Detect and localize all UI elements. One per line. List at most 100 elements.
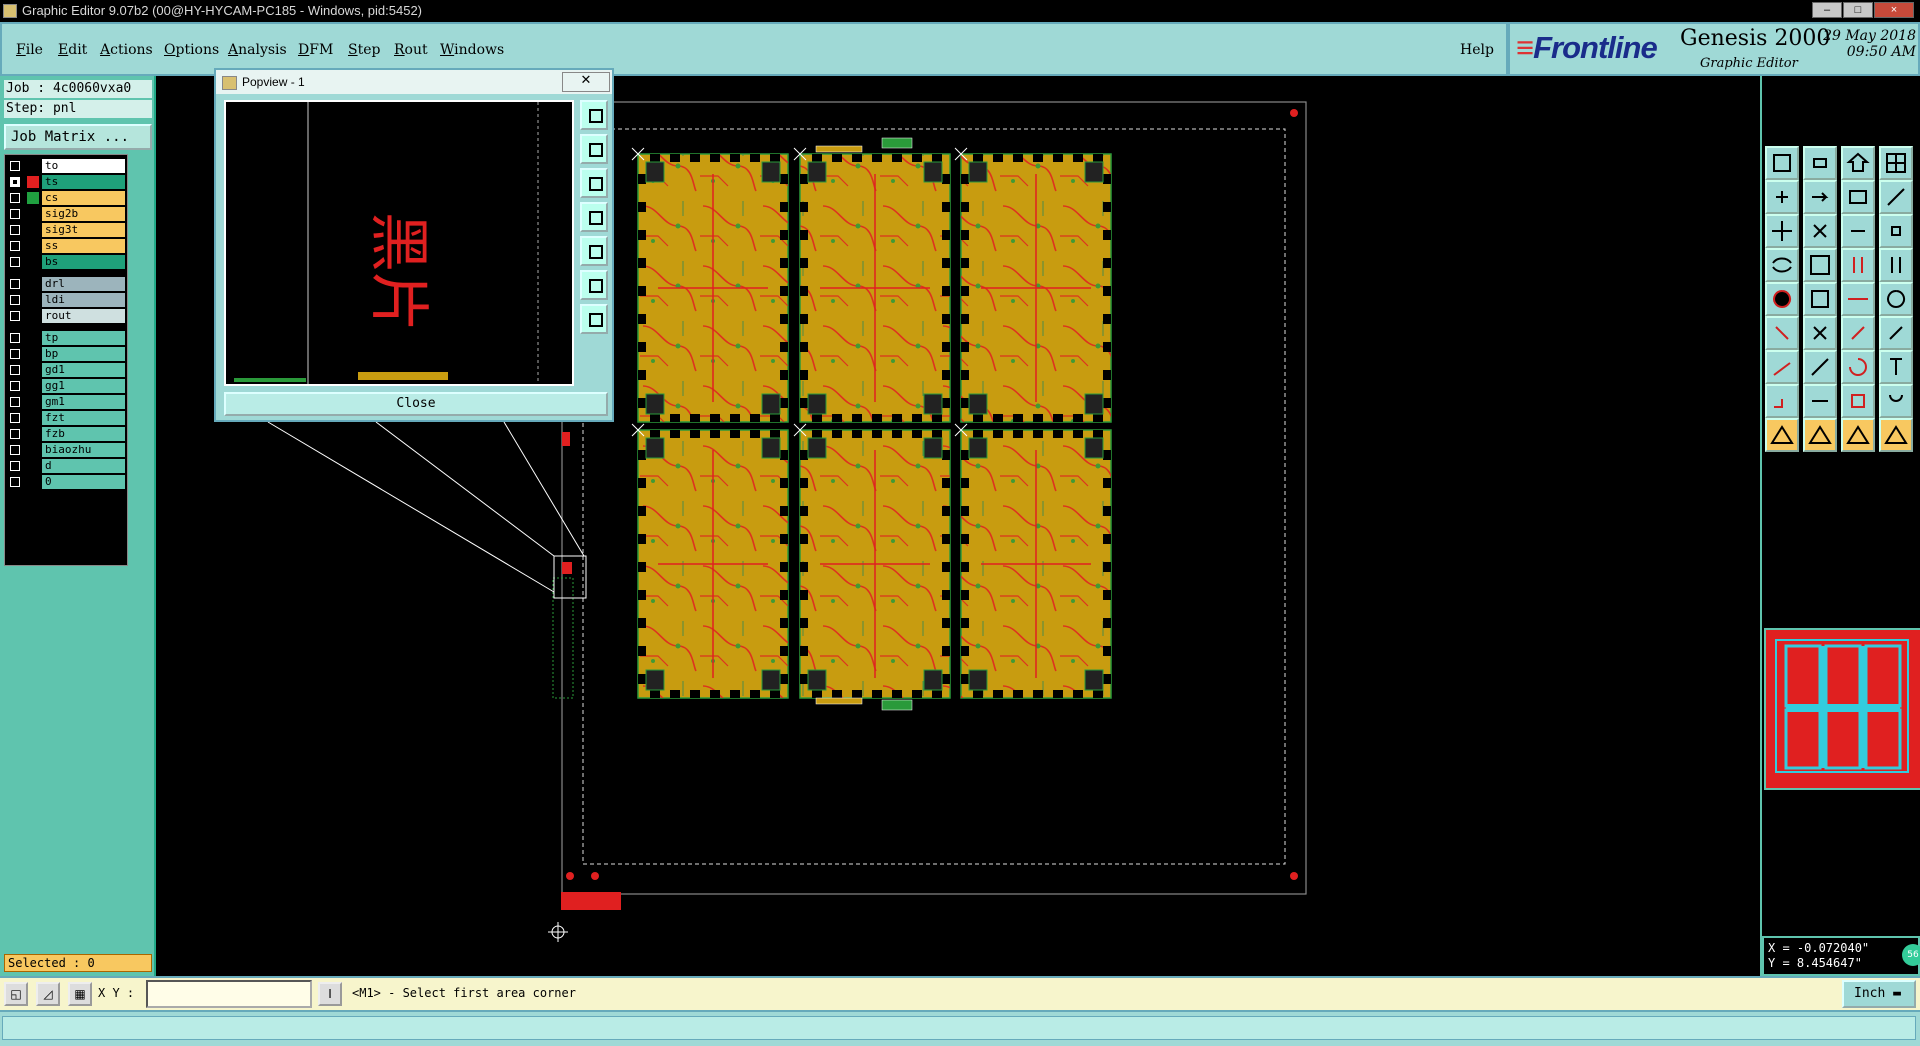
menu-options[interactable]: Options	[164, 42, 219, 58]
pcb-board-3[interactable]	[960, 153, 1112, 423]
layer-row-ldi[interactable]: ldi	[5, 293, 127, 307]
tool-button-35[interactable]	[1841, 418, 1875, 452]
layer-name[interactable]: tp	[42, 331, 125, 345]
layer-name[interactable]: sig2b	[42, 207, 125, 221]
close-window-button[interactable]: ×	[1874, 2, 1914, 18]
layer-color-swatch[interactable]	[27, 310, 39, 322]
layer-color-swatch[interactable]	[27, 278, 39, 290]
layer-checkbox[interactable]	[10, 477, 20, 487]
tool-button-33[interactable]	[1765, 418, 1799, 452]
layer-row-drl[interactable]: drl	[5, 277, 127, 291]
layer-name[interactable]: gm1	[42, 395, 125, 409]
layer-color-swatch[interactable]	[27, 332, 39, 344]
menu-step[interactable]: Step	[348, 42, 380, 58]
menu-rout[interactable]: Rout	[394, 42, 428, 58]
layer-color-swatch[interactable]	[27, 208, 39, 220]
layer-color-swatch[interactable]	[27, 396, 39, 408]
layer-checkbox[interactable]	[10, 397, 20, 407]
layer-color-swatch[interactable]	[27, 428, 39, 440]
layer-checkbox[interactable]	[10, 225, 20, 235]
layer-row-sig3t[interactable]: sig3t	[5, 223, 127, 237]
popview-close-button[interactable]: Close	[224, 392, 608, 416]
layer-name[interactable]: ts	[42, 175, 125, 189]
menu-file[interactable]: File	[16, 42, 43, 58]
pcb-board-1[interactable]	[637, 153, 789, 423]
layer-name[interactable]: gd1	[42, 363, 125, 377]
tool-button-16[interactable]	[1879, 248, 1913, 282]
layer-row-0[interactable]: 0	[5, 475, 127, 489]
tool-button-12[interactable]	[1879, 214, 1913, 248]
layer-row-rout[interactable]: rout	[5, 309, 127, 323]
layer-color-swatch[interactable]	[27, 364, 39, 376]
tool-button-10[interactable]	[1803, 214, 1837, 248]
tool-button-15[interactable]	[1841, 248, 1875, 282]
menu-analysis[interactable]: Analysis	[228, 42, 287, 58]
layer-name[interactable]: ss	[42, 239, 125, 253]
tool-button-36[interactable]	[1879, 418, 1913, 452]
panel-overview-map[interactable]	[1764, 628, 1920, 790]
pcb-board-2[interactable]	[799, 153, 951, 423]
layer-name[interactable]: fzb	[42, 427, 125, 441]
maximize-button[interactable]: □	[1843, 2, 1873, 18]
tool-button-7[interactable]	[1841, 180, 1875, 214]
tool-button-2[interactable]	[1803, 146, 1837, 180]
layer-name[interactable]: to	[42, 159, 125, 173]
layer-color-swatch[interactable]	[27, 240, 39, 252]
layer-row-tp[interactable]: tp	[5, 331, 127, 345]
layer-name[interactable]: 0	[42, 475, 125, 489]
layer-checkbox[interactable]	[10, 349, 20, 359]
tool-button-6[interactable]	[1803, 180, 1837, 214]
layer-row-fzb[interactable]: fzb	[5, 427, 127, 441]
layer-name[interactable]: bp	[42, 347, 125, 361]
layer-checkbox[interactable]	[10, 381, 20, 391]
layer-color-swatch[interactable]	[27, 160, 39, 172]
pcb-board-5[interactable]	[799, 429, 951, 699]
layer-checkbox[interactable]	[10, 177, 20, 187]
layer-row-bs[interactable]: bs	[5, 255, 127, 269]
angle-icon[interactable]: ◿	[36, 982, 60, 1006]
tool-button-5[interactable]	[1765, 180, 1799, 214]
layer-color-swatch[interactable]	[27, 348, 39, 360]
grid-icon[interactable]: ▦	[68, 982, 92, 1006]
tool-button-24[interactable]	[1879, 316, 1913, 350]
minimize-button[interactable]: –	[1812, 2, 1842, 18]
layer-row-ss[interactable]: ss	[5, 239, 127, 253]
layer-row-gd1[interactable]: gd1	[5, 363, 127, 377]
tool-button-19[interactable]	[1841, 282, 1875, 316]
layer-row-bp[interactable]: bp	[5, 347, 127, 361]
menu-edit[interactable]: Edit	[58, 42, 87, 58]
layer-row-cs[interactable]: cs	[5, 191, 127, 205]
layer-name[interactable]: biaozhu	[42, 443, 125, 457]
layer-checkbox[interactable]	[10, 193, 20, 203]
tool-button-23[interactable]	[1841, 316, 1875, 350]
pcb-board-4[interactable]	[637, 429, 789, 699]
layer-checkbox[interactable]	[10, 311, 20, 321]
layer-row-sig2b[interactable]: sig2b	[5, 207, 127, 221]
menu-actions[interactable]: Actions	[100, 42, 153, 58]
input-mode-icon[interactable]: I	[318, 982, 342, 1006]
menu-dfm[interactable]: DFM	[298, 42, 333, 58]
layer-checkbox[interactable]	[10, 333, 20, 343]
layer-row-ts[interactable]: ts	[5, 175, 127, 189]
tool-button-29[interactable]	[1765, 384, 1799, 418]
layer-checkbox[interactable]	[10, 209, 20, 219]
layer-checkbox[interactable]	[10, 257, 20, 267]
pcb-board-6[interactable]	[960, 429, 1112, 699]
layer-row-biaozhu[interactable]: biaozhu	[5, 443, 127, 457]
layer-color-swatch[interactable]	[27, 294, 39, 306]
popview-tool-4[interactable]	[580, 202, 608, 232]
layer-checkbox[interactable]	[10, 365, 20, 375]
popview-canvas[interactable]: 黑片	[224, 100, 574, 386]
layer-color-swatch[interactable]	[27, 412, 39, 424]
layer-color-swatch[interactable]	[27, 176, 39, 188]
unit-selector[interactable]: Inch ▬	[1842, 980, 1916, 1008]
layer-name[interactable]: sig3t	[42, 223, 125, 237]
popview-tool-2[interactable]	[580, 134, 608, 164]
tool-button-9[interactable]	[1765, 214, 1799, 248]
popview-title-bar[interactable]: Popview - 1	[216, 70, 612, 94]
layer-checkbox[interactable]	[10, 241, 20, 251]
tool-button-13[interactable]	[1765, 248, 1799, 282]
tool-button-30[interactable]	[1803, 384, 1837, 418]
tool-button-3[interactable]	[1841, 146, 1875, 180]
layer-color-swatch[interactable]	[27, 380, 39, 392]
